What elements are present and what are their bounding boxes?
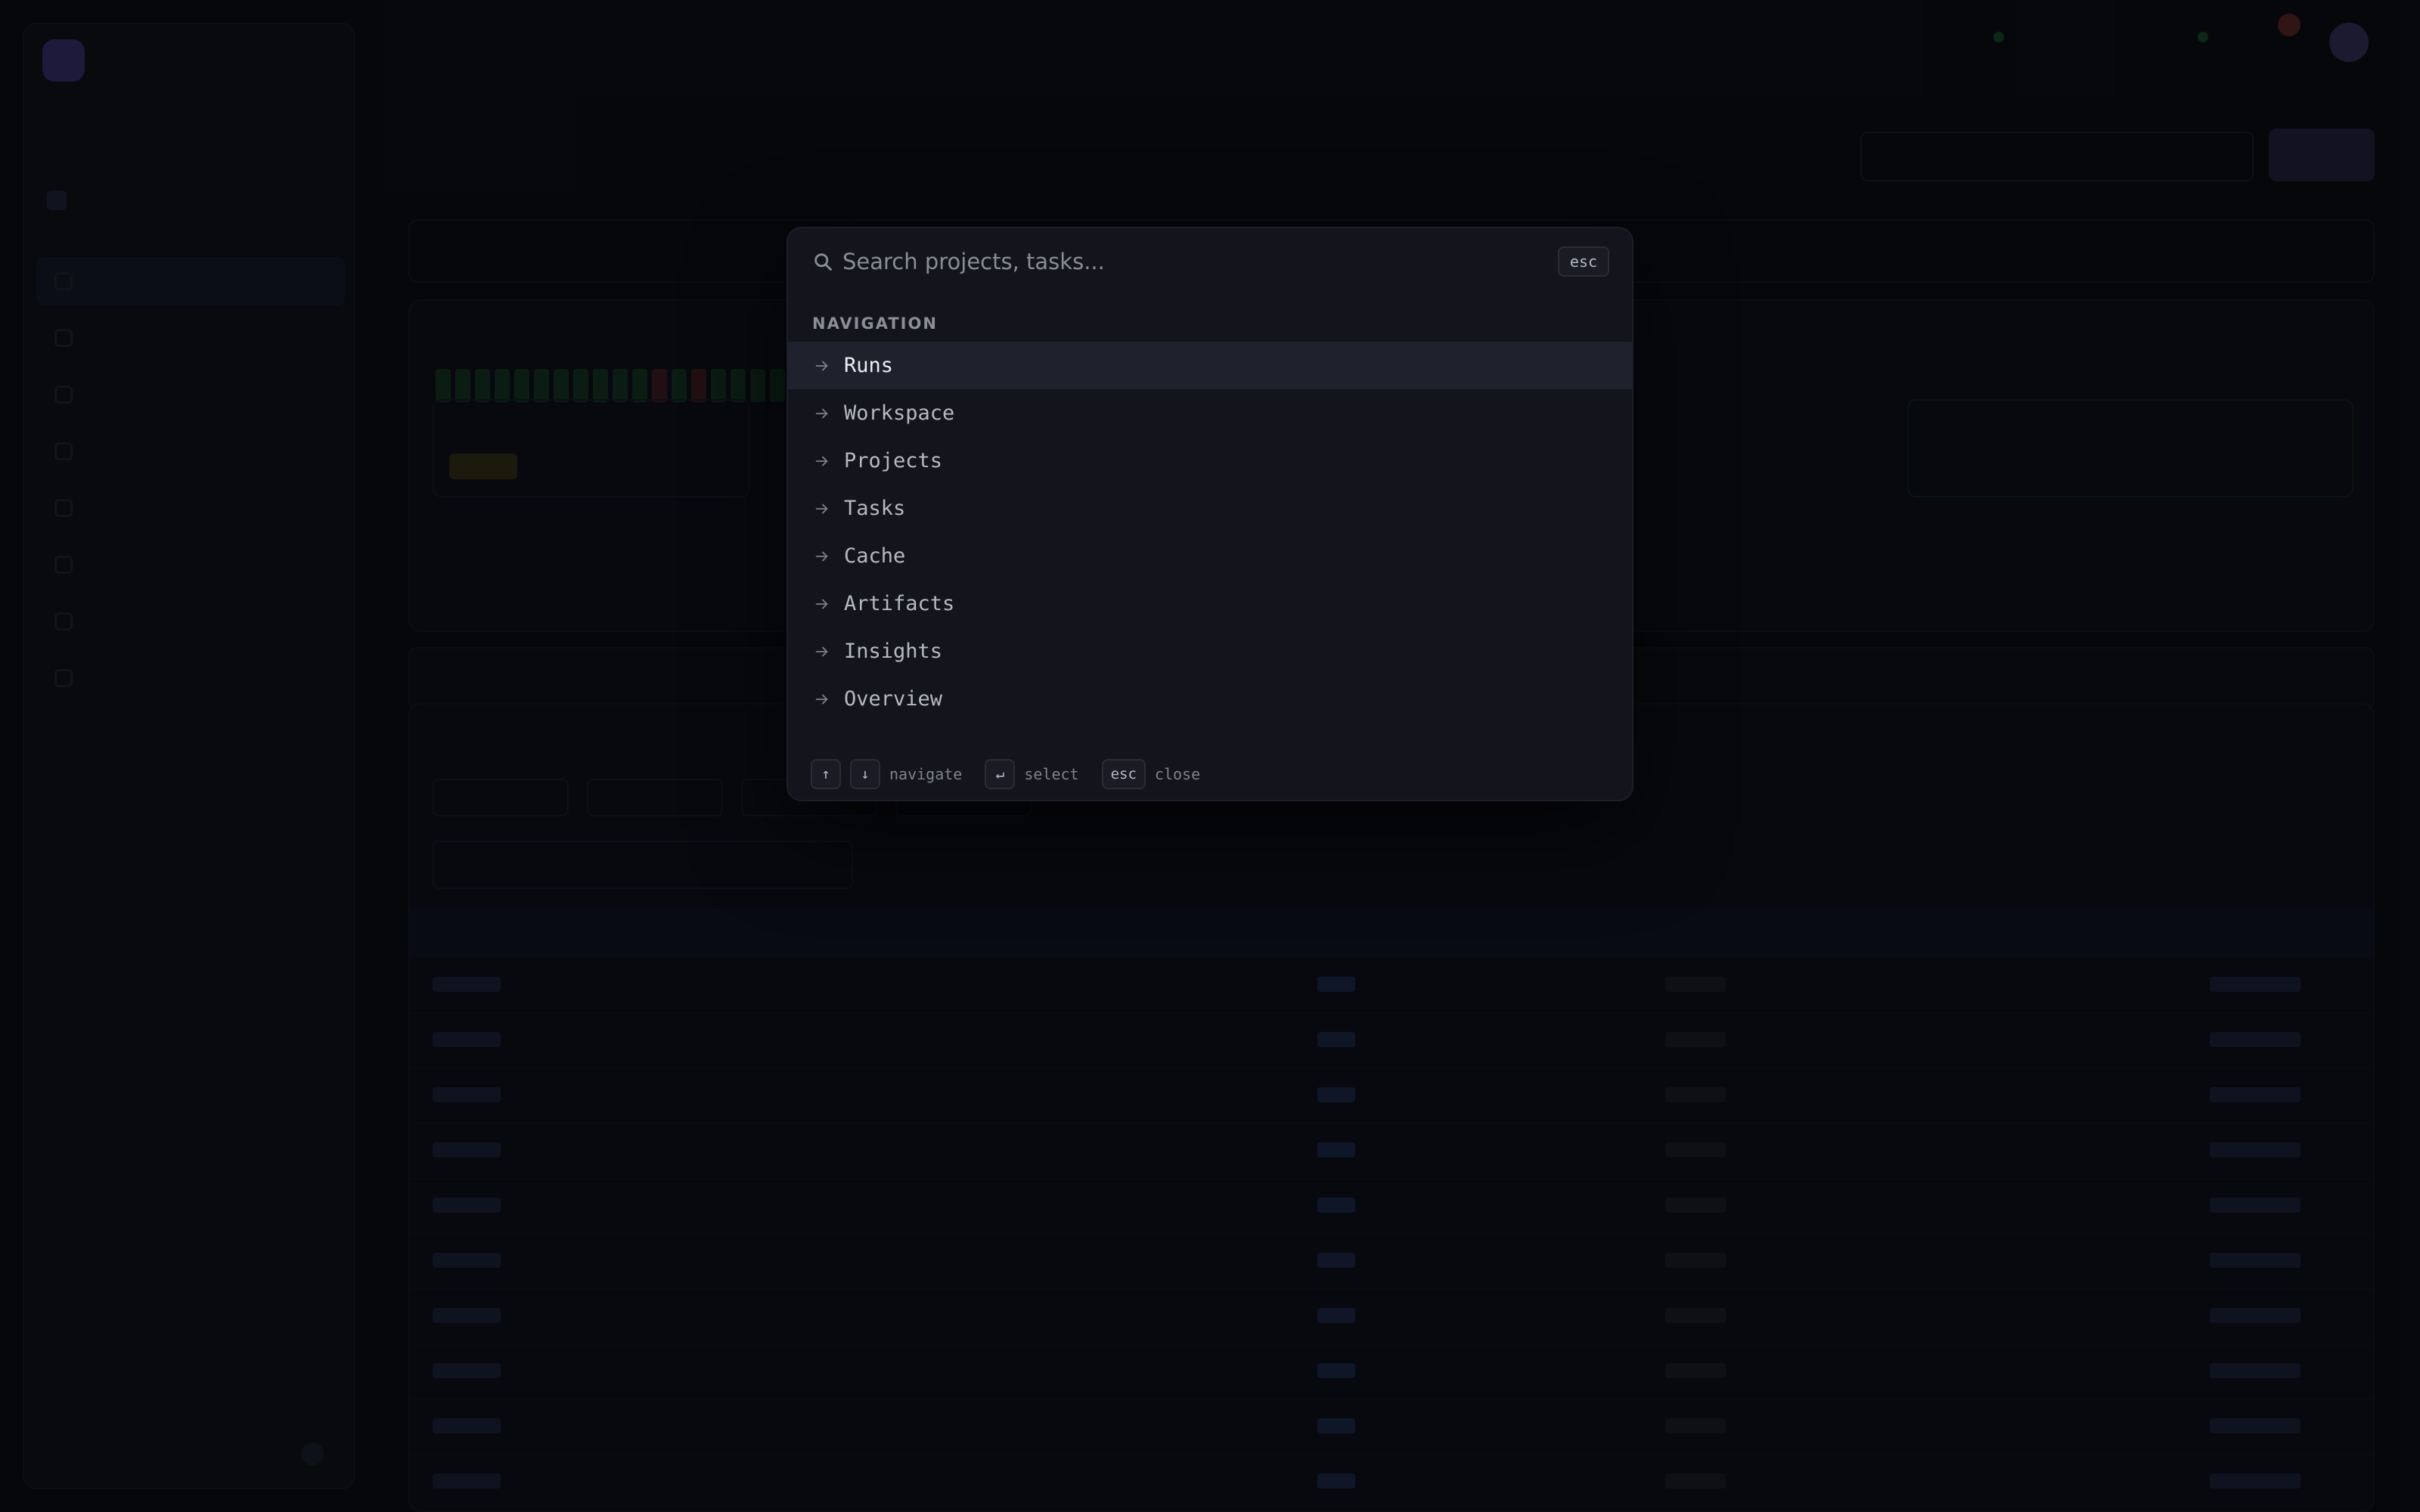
palette-item-tasks[interactable]: Tasks [788, 485, 1632, 532]
palette-item-label: Overview [844, 687, 943, 711]
key-down: ↓ [850, 759, 880, 789]
palette-item-label: Cache [844, 544, 906, 568]
palette-item-label: Tasks [844, 497, 906, 520]
palette-item-workspace[interactable]: Workspace [788, 389, 1632, 437]
search-icon [814, 253, 832, 271]
command-palette: esc NAVIGATION Runs Workspace Projects T… [786, 227, 1634, 801]
palette-item-label: Insights [844, 640, 943, 663]
arrow-right-icon [815, 456, 828, 466]
palette-item-label: Artifacts [844, 592, 955, 615]
palette-footer: ↑ ↓ navigate ↵ select esc close [811, 759, 1214, 789]
hint-close: close [1154, 765, 1201, 783]
palette-item-projects[interactable]: Projects [788, 437, 1632, 485]
palette-search-bar: esc [788, 228, 1632, 296]
key-esc: esc [1101, 759, 1146, 789]
arrow-right-icon [815, 694, 828, 704]
palette-item-label: Projects [844, 449, 943, 472]
hint-navigate: navigate [889, 765, 963, 783]
palette-item-label: Runs [844, 354, 894, 377]
arrow-right-icon [815, 646, 828, 656]
arrow-right-icon [815, 551, 828, 561]
palette-item-runs[interactable]: Runs [788, 342, 1632, 389]
palette-item-list: Runs Workspace Projects Tasks Cache Arti… [788, 342, 1632, 723]
arrow-right-icon [815, 408, 828, 418]
arrow-right-icon [815, 361, 828, 370]
hint-select: select [1024, 765, 1079, 783]
palette-item-cache[interactable]: Cache [788, 532, 1632, 580]
palette-search-input[interactable] [842, 242, 1493, 281]
palette-item-insights[interactable]: Insights [788, 627, 1632, 675]
esc-button[interactable]: esc [1557, 246, 1609, 277]
key-up: ↑ [811, 759, 841, 789]
palette-item-label: Workspace [844, 401, 955, 425]
palette-item-artifacts[interactable]: Artifacts [788, 580, 1632, 627]
arrow-right-icon [815, 599, 828, 609]
arrow-right-icon [815, 503, 828, 513]
key-enter: ↵ [985, 759, 1016, 789]
section-label-navigation: NAVIGATION [812, 314, 938, 333]
palette-item-overview[interactable]: Overview [788, 675, 1632, 723]
